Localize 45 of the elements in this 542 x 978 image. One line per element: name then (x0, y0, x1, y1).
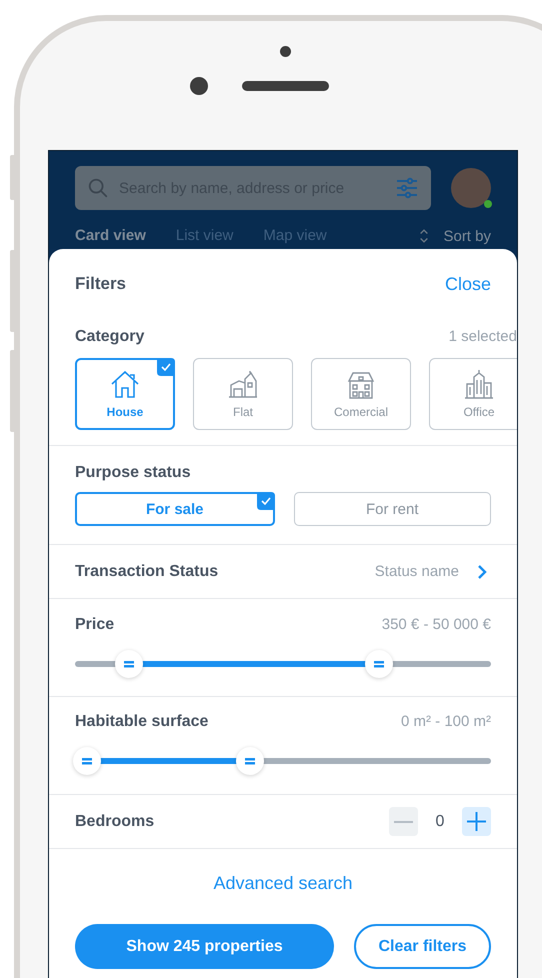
avatar[interactable] (451, 168, 491, 208)
check-badge-icon (256, 492, 274, 510)
transaction-value: Status name (374, 562, 459, 582)
check-badge-icon (157, 358, 175, 376)
range-slider-track[interactable] (75, 650, 491, 678)
bedrooms-label: Bedrooms (75, 812, 154, 832)
filter-sliders-icon[interactable] (395, 176, 419, 200)
sheet-title: Filters (75, 274, 126, 294)
plus-icon (467, 812, 486, 831)
search-icon (87, 177, 109, 199)
category-label: Category (75, 327, 144, 347)
transaction-status-row[interactable]: Transaction Status Status name (49, 545, 517, 599)
bedrooms-count: 0 (434, 812, 446, 830)
sensor-dot (280, 46, 290, 57)
selected-count: 1 selected (448, 327, 517, 347)
purpose-option[interactable]: For sale (75, 492, 274, 526)
view-tab[interactable]: Card view (75, 226, 146, 246)
range-label: Price (75, 615, 114, 635)
category-card[interactable]: Flat (193, 358, 293, 430)
minus-icon (394, 820, 413, 822)
show-properties-button[interactable]: Show 245 properties (75, 924, 334, 969)
slider-handle[interactable] (236, 747, 264, 775)
advanced-search-link[interactable]: Advanced search (213, 873, 353, 893)
slider-handle[interactable] (73, 747, 102, 775)
category-card[interactable]: Office (429, 358, 517, 430)
chevron-right-icon (477, 564, 487, 580)
slider-handle[interactable] (364, 650, 393, 678)
slider-handle[interactable] (115, 650, 144, 678)
category-card[interactable]: House (75, 358, 175, 430)
sort-button[interactable]: Sort by (443, 228, 491, 244)
clear-filters-button[interactable]: Clear filters (354, 924, 491, 969)
house-icon (109, 369, 141, 401)
sort-chevrons-icon (419, 227, 430, 245)
range-reading: 0 m² - 100 m² (400, 712, 491, 732)
close-link[interactable]: Close (444, 274, 491, 294)
camera-dot (190, 77, 208, 95)
purpose-label: Purpose status (75, 464, 191, 481)
skyscraper-icon (463, 369, 495, 401)
range-reading: 350 € - 50 000 € (382, 615, 491, 635)
range-slider-track[interactable] (75, 747, 491, 775)
purpose-option[interactable]: For rent (294, 492, 491, 526)
transaction-label: Transaction Status (75, 562, 218, 582)
increment-button[interactable] (462, 807, 491, 836)
range-label: Habitable surface (75, 712, 208, 732)
category-card[interactable]: Comercial (311, 358, 411, 430)
